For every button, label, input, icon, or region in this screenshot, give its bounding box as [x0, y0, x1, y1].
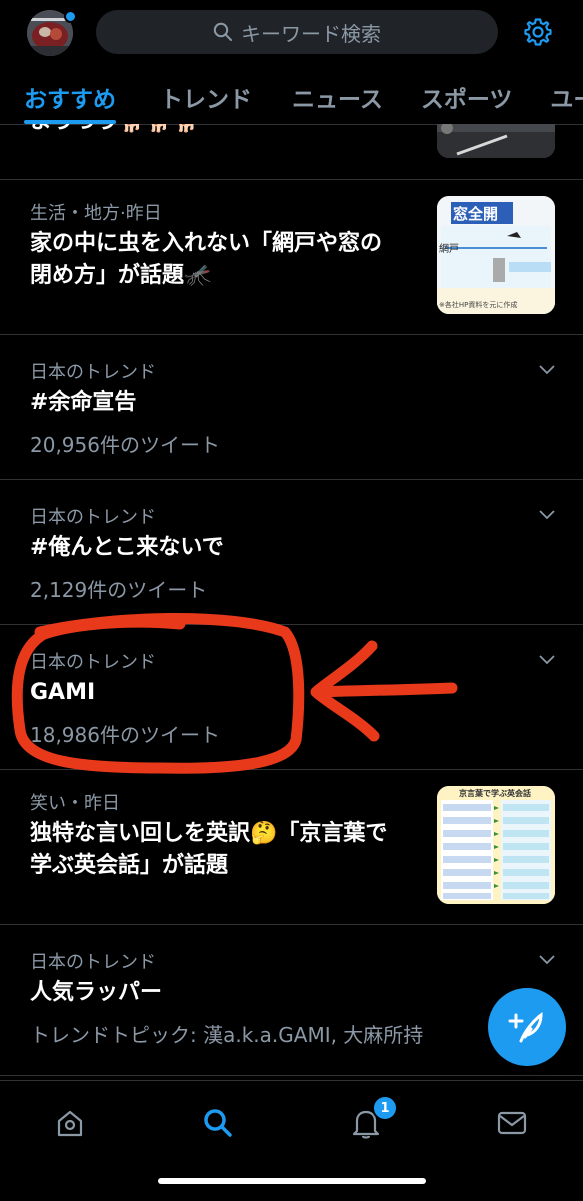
- notification-badge: 1: [372, 1095, 398, 1121]
- mail-icon: [497, 1111, 527, 1135]
- home-icon: [57, 1110, 83, 1137]
- annotation-arrow-shaft: [314, 682, 458, 698]
- annotation-circle: [11, 613, 305, 774]
- search-icon: [204, 1109, 232, 1137]
- home-indicator: [158, 1178, 426, 1184]
- nav-messages[interactable]: [492, 1103, 532, 1143]
- compose-tweet-button[interactable]: [488, 988, 566, 1066]
- feather-plus-icon: [508, 1011, 543, 1043]
- nav-home[interactable]: [50, 1103, 90, 1143]
- nav-search[interactable]: [198, 1103, 238, 1143]
